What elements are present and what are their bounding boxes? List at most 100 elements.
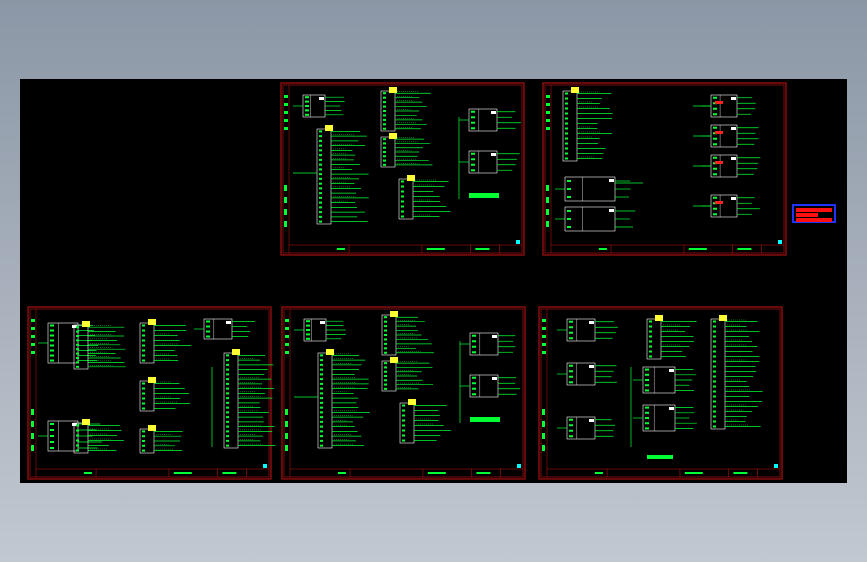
module-tag [320,321,325,324]
terminal-point [649,330,652,333]
terminal-point [305,109,309,112]
terminal-strip-outline [317,352,333,449]
terminal-point [320,435,323,438]
terminal-point [384,329,387,332]
terminal-point [713,345,716,348]
terminal-point [319,163,322,166]
terminal-point [305,100,309,103]
terminal-point [384,325,387,328]
revision-mark [542,335,546,338]
title-block-text [427,472,446,474]
terminal-point [649,335,652,338]
title-block-text [336,248,345,250]
module-tag [669,407,674,410]
terminal-point [319,201,322,204]
terminal-strip-tag [82,419,90,425]
terminal-point [319,182,322,185]
terminal-point [319,144,322,147]
terminal-strip-tag [325,125,333,131]
terminal-point [713,375,716,378]
title-block-text [83,472,92,474]
revision-mark [546,127,550,130]
revision-mark [285,335,289,338]
terminal-point [319,135,322,138]
terminal-point [713,355,716,358]
revision-mark [542,421,545,427]
terminal-point [567,196,571,198]
terminal-point [645,389,649,392]
revision-mark [31,421,34,427]
terminal-point [50,334,54,337]
revision-mark [285,433,288,439]
terminal-point [50,329,54,332]
terminal-point [713,425,716,428]
cad-model-space[interactable] [20,79,847,483]
terminal-point [649,325,652,328]
terminal-point [565,112,568,115]
terminal-point [471,163,475,166]
terminal-point [569,370,573,373]
terminal-point [226,411,229,414]
terminal-point [565,147,568,150]
terminal-strip-tag [148,377,156,383]
module-tag [731,97,736,100]
terminal-point [320,425,323,428]
terminal-point [472,351,476,354]
revision-mark [546,119,550,122]
terminal-point [383,96,386,99]
drawing-sheet-5[interactable] [538,306,783,480]
drawing-canvas[interactable] [20,79,847,483]
terminal-point [567,188,571,190]
module-tag [491,153,496,156]
terminal-point [305,113,309,116]
drawing-sheet-3[interactable] [27,306,276,480]
terminal-strip-tag [408,399,416,405]
drawing-sheet-4[interactable] [281,306,526,480]
terminal-point [226,435,229,438]
terminal-point [565,107,568,110]
red-tag [715,161,723,164]
terminal-point [50,354,54,357]
terminal-point [50,423,54,425]
terminal-point [645,427,649,430]
terminal-point [50,339,54,342]
terminal-point [50,344,54,347]
terminal-point [713,405,716,408]
terminal-point [402,419,405,422]
revision-mark [31,351,35,354]
terminal-strip-tag [655,315,663,321]
revision-mark [284,185,287,191]
terminal-point [142,402,145,405]
terminal-point [226,387,229,390]
terminal-point [384,342,387,345]
terminal-point [713,410,716,413]
module-tag [731,197,736,200]
module-tag [609,209,614,212]
drawing-sheet-1[interactable] [280,82,525,256]
terminal-point [713,107,717,110]
terminal-point [565,117,568,120]
terminal-point [319,154,322,157]
module-tag [226,321,231,324]
terminal-point [142,349,145,352]
terminal-point [401,180,404,183]
revision-mark [542,319,546,322]
legend-block[interactable] [792,204,836,223]
revision-mark [285,327,289,330]
terminal-point [565,92,568,95]
revision-mark [284,111,288,114]
terminal-strip-tag [82,321,90,327]
terminal-point [713,385,716,388]
terminal-point [320,359,323,362]
terminal-point [383,92,386,95]
terminal-point [402,414,405,417]
terminal-point [320,411,323,414]
revision-mark [546,221,549,227]
terminal-point [569,331,573,334]
terminal-point [649,345,652,348]
terminal-point [402,404,405,407]
drawing-sheet-2[interactable] [542,82,787,256]
module-tag [491,111,496,114]
terminal-point [320,439,323,442]
terminal-point [471,116,475,119]
